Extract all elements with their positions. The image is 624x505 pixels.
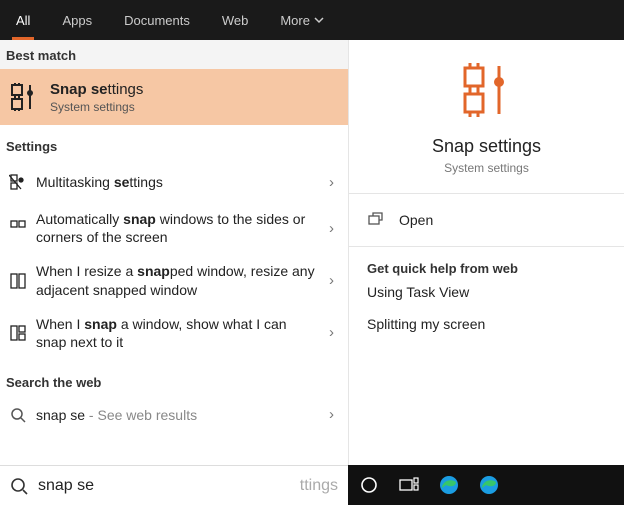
chevron-right-icon: › xyxy=(323,272,340,289)
tab-more-label: More xyxy=(280,13,310,28)
snap-icon xyxy=(6,219,30,237)
tab-more[interactable]: More xyxy=(264,0,340,40)
search-icon xyxy=(10,477,28,495)
settings-item[interactable]: Automatically snap windows to the sides … xyxy=(0,202,348,254)
settings-item-label: Automatically snap windows to the sides … xyxy=(36,210,323,246)
search-box[interactable]: snap settings xyxy=(0,465,348,505)
tab-documents[interactable]: Documents xyxy=(108,0,206,40)
chevron-right-icon: › xyxy=(323,220,340,237)
cortana-icon[interactable] xyxy=(358,474,380,496)
multitasking-icon xyxy=(6,173,30,191)
results-left-pane: Best match Snap settings System settings xyxy=(0,40,348,465)
best-match-title: Snap settings xyxy=(50,81,143,98)
best-match-text: Snap settings System settings xyxy=(50,81,143,114)
settings-item-label: When I resize a snapped window, resize a… xyxy=(36,262,323,298)
chevron-right-icon: › xyxy=(323,324,340,341)
preview-subtitle: System settings xyxy=(444,161,529,175)
preview-header: Snap settings System settings xyxy=(349,40,624,194)
tab-all[interactable]: All xyxy=(0,0,46,40)
snap-assist-icon xyxy=(6,324,30,342)
snap-resize-icon xyxy=(6,272,30,290)
settings-item-label: Multitasking settings xyxy=(36,173,323,191)
web-result-item[interactable]: snap se - See web results › xyxy=(0,398,348,431)
search-web-header: Search the web xyxy=(0,359,348,398)
edge-icon[interactable] xyxy=(438,474,460,496)
bottom-bar: snap settings xyxy=(0,465,624,505)
open-icon xyxy=(367,212,389,228)
tab-web[interactable]: Web xyxy=(206,0,265,40)
tab-apps[interactable]: Apps xyxy=(46,0,108,40)
snap-settings-icon xyxy=(6,79,42,115)
preview-title: Snap settings xyxy=(432,136,541,157)
open-action[interactable]: Open xyxy=(367,204,606,236)
snap-settings-icon xyxy=(457,60,517,120)
quick-help-link[interactable]: Using Task View xyxy=(367,276,606,308)
preview-actions: Open xyxy=(349,194,624,247)
taskbar xyxy=(348,465,624,505)
search-icon xyxy=(6,407,30,423)
quick-help: Get quick help from web Using Task View … xyxy=(349,247,624,354)
quick-help-link[interactable]: Splitting my screen xyxy=(367,308,606,340)
chevron-right-icon: › xyxy=(323,406,340,423)
web-result-label: snap se - See web results xyxy=(36,407,323,423)
best-match-item[interactable]: Snap settings System settings xyxy=(0,69,348,125)
settings-item[interactable]: When I snap a window, show what I can sn… xyxy=(0,307,348,359)
settings-item[interactable]: When I resize a snapped window, resize a… xyxy=(0,254,348,306)
settings-header: Settings xyxy=(0,125,348,162)
chevron-right-icon: › xyxy=(323,174,340,191)
open-label: Open xyxy=(399,212,433,228)
best-match-subtitle: System settings xyxy=(50,100,143,114)
settings-item[interactable]: Multitasking settings › xyxy=(0,162,348,202)
edge-icon[interactable] xyxy=(478,474,500,496)
quick-help-header: Get quick help from web xyxy=(367,261,606,276)
preview-pane: Snap settings System settings Open Get q… xyxy=(348,40,624,465)
settings-item-label: When I snap a window, show what I can sn… xyxy=(36,315,323,351)
best-match-header: Best match xyxy=(0,40,348,69)
search-tabs: All Apps Documents Web More xyxy=(0,0,624,40)
task-view-icon[interactable] xyxy=(398,474,420,496)
chevron-down-icon xyxy=(314,15,324,25)
